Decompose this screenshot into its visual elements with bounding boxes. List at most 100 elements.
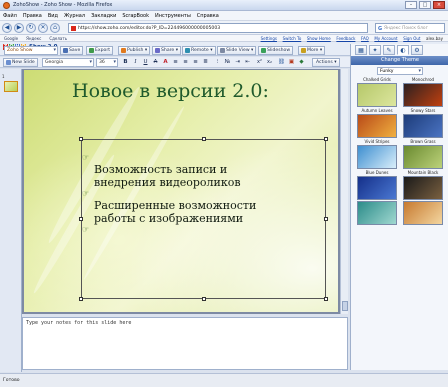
slide-view-button[interactable]: Slide View ▾ [217,46,257,55]
notes-placeholder: Type your notes for this slide here [26,320,132,326]
panel-tab-animation-icon[interactable]: ✦ [369,45,381,55]
slide-thumbnail[interactable] [4,81,18,92]
theme-option[interactable]: Monochrod [403,77,443,107]
user-name: alex.bay [426,36,443,41]
forward-icon[interactable]: ▶ [14,22,24,33]
slide-notes-field[interactable]: Type your notes for this slide here [22,317,348,370]
link-switch-to[interactable]: Switch To [281,36,304,41]
align-right-icon[interactable]: ≡ [191,58,200,66]
save-button[interactable]: Save [60,46,84,55]
more-button[interactable]: More ▾ [298,46,326,55]
back-icon[interactable]: ◀ [2,22,12,33]
insert-image-icon[interactable]: ▣ [287,58,296,66]
panel-tab-notes-icon[interactable]: ✎ [383,45,395,55]
search-input[interactable]: G Яндекс Поиск блог [375,23,445,33]
publish-icon [121,48,126,53]
align-left-icon[interactable]: ≡ [171,58,180,66]
slide-title[interactable]: Новое в версии 2.0: [72,80,269,102]
theme-option[interactable]: Blue Dunes [357,170,397,200]
text-color-icon[interactable]: A [161,58,170,66]
resize-handle[interactable] [79,137,83,141]
subscript-icon[interactable]: x₂ [265,58,274,66]
share-button[interactable]: Share ▾ [152,46,182,55]
theme-option[interactable] [357,201,397,225]
theme-option[interactable]: Snowy Stars [403,108,443,138]
menu-bookmarks[interactable]: Закладки [88,11,119,21]
panel-tab-layouts-icon[interactable]: ▦ [355,45,367,55]
justify-icon[interactable]: ≣ [201,58,210,66]
link-my-account[interactable]: My Account [372,36,399,41]
resize-handle[interactable] [79,297,83,301]
save-label: Save [69,48,81,53]
font-family-select[interactable]: Georgia [42,58,94,67]
link-sign-out[interactable]: Sign Out [401,36,422,41]
italic-icon[interactable]: I [131,58,140,66]
publish-button[interactable]: Publish ▾ [118,46,151,55]
link-settings[interactable]: Settings [259,36,279,41]
menu-history[interactable]: Журнал [61,11,88,21]
menu-scrapbook[interactable]: ScrapBook [119,11,152,21]
resize-handle[interactable] [202,297,206,301]
slideshow-button[interactable]: Slideshow [258,46,294,55]
home-icon[interactable]: ⌂ [50,22,60,33]
theme-option[interactable]: Vivid Stripes [357,139,397,169]
link-feedback[interactable]: Feedback [334,36,357,41]
theme-option[interactable]: Autumn Leaves [357,108,397,138]
presentation-name-field[interactable]: Zoho Show [4,46,58,55]
close-button[interactable]: × [433,1,445,9]
font-size-select[interactable]: 36 [96,58,118,67]
menu-view[interactable]: Вид [45,11,61,21]
insert-shape-icon[interactable]: ◆ [297,58,306,66]
link-show-home[interactable]: Show Home [305,36,333,41]
menu-tools[interactable]: Инструменты [152,11,194,21]
underline-icon[interactable]: U [141,58,150,66]
maximize-button[interactable]: □ [419,1,431,9]
superscript-icon[interactable]: x² [255,58,264,66]
new-slide-button[interactable]: New Slide [3,58,38,67]
theme-option[interactable]: Brown Grass [403,139,443,169]
theme-select[interactable]: Funky [377,67,423,75]
resize-handle[interactable] [324,217,328,221]
theme-option[interactable]: Mountain Black [403,170,443,200]
outdent-icon[interactable]: ⇤ [243,58,252,66]
window-title: ZohoShow - Zoho Show - Mozilla Firefox [13,2,113,8]
export-button[interactable]: Export [86,46,114,55]
bookmark-yandex[interactable]: Яндекс [22,35,45,42]
menu-file[interactable]: Файл [0,11,20,21]
insert-link-icon[interactable]: ⛓ [277,58,286,66]
theme-swatch [403,83,443,107]
numbered-list-icon[interactable]: № [223,58,232,66]
minimize-button[interactable]: – [405,1,417,9]
bullet-item[interactable]: ☞ Расширенные возможности работы с изобра… [82,186,319,225]
actions-button[interactable]: Actions ▾ [312,58,340,67]
slide-scrollbar[interactable] [340,69,348,314]
bold-icon[interactable]: B [121,58,130,66]
panel-tab-properties-icon[interactable]: ⚙ [411,45,423,55]
strikethrough-icon[interactable]: A [151,58,160,66]
resize-handle[interactable] [324,137,328,141]
slide[interactable]: Новое в версии 2.0: ☞ Возможность записи … [24,70,338,312]
theme-option[interactable]: Chalked Grids [357,77,397,107]
bullet-list-icon[interactable]: ⁝ [213,58,222,66]
resize-handle[interactable] [202,137,206,141]
stop-icon[interactable]: ✕ [38,22,48,33]
export-label: Export [95,48,111,53]
menu-help[interactable]: Справка [194,11,222,21]
bookmark-google[interactable]: Google [0,35,22,42]
link-faq[interactable]: FAQ [359,36,371,41]
align-center-icon[interactable]: ≡ [181,58,190,66]
remote-button[interactable]: Remote ▾ [182,46,216,55]
panel-tab-themes-icon[interactable]: ◐ [397,45,409,55]
address-bar[interactable]: https://show.zoho.com/editor.do?P_ID=224… [68,23,368,33]
font-size-value: 36 [99,60,105,65]
indent-icon[interactable]: ⇥ [233,58,242,66]
bullet-item[interactable]: ☞ Возможность записи и внедрения видеорол… [82,150,314,189]
resize-handle[interactable] [79,217,83,221]
reload-icon[interactable]: ↻ [26,22,36,33]
theme-option[interactable] [403,201,443,225]
resize-handle[interactable] [324,297,328,301]
scrollbar-thumb[interactable] [342,301,348,311]
bookmark-do[interactable]: Сделать [45,35,71,42]
content-text-box[interactable]: ☞ Возможность записи и внедрения видеорол… [79,137,328,301]
menu-edit[interactable]: Правка [20,11,45,21]
